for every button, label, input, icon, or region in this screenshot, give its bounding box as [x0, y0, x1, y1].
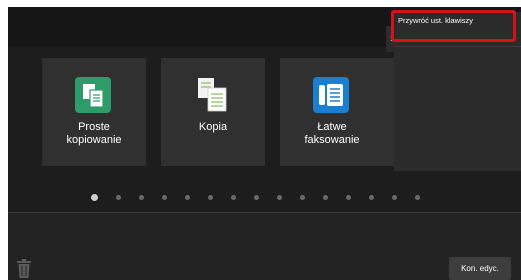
highlight-frame	[391, 10, 516, 42]
tile-label: Łatwe faksowanie	[280, 121, 384, 147]
copy-easy-icon	[75, 77, 111, 113]
tile-copy[interactable]: Kopia	[161, 58, 265, 166]
page-dot[interactable]	[369, 195, 374, 200]
page-dot[interactable]	[346, 195, 351, 200]
page-dot[interactable]	[392, 195, 397, 200]
tile-easy-copy[interactable]: Proste kopiowanie	[42, 58, 146, 166]
page-dot[interactable]	[139, 195, 144, 200]
page-dot[interactable]	[277, 195, 282, 200]
page-dot[interactable]	[300, 195, 305, 200]
tile-label-line2: faksowanie	[304, 134, 360, 146]
home-screen: Proste kopiowanie Kopia Łatwe faksowanie…	[8, 7, 521, 280]
page-dot[interactable]	[208, 195, 213, 200]
side-panel	[394, 47, 521, 171]
tile-label-line2: kopiowanie	[66, 134, 122, 146]
page-dot[interactable]	[323, 195, 328, 200]
page-dot[interactable]	[415, 195, 420, 200]
fax-easy-icon	[313, 77, 349, 113]
copy-icon	[198, 78, 227, 112]
page-dot[interactable]	[231, 195, 236, 200]
tile-label-line1: Proste	[78, 121, 110, 133]
page-indicator	[88, 193, 448, 203]
page-dot-active[interactable]	[91, 194, 98, 201]
bottom-bar	[8, 213, 521, 280]
page-dot[interactable]	[185, 195, 190, 200]
page-dot[interactable]	[162, 195, 167, 200]
trash-icon[interactable]	[16, 259, 32, 279]
page-dot[interactable]	[254, 195, 259, 200]
tile-label: Kopia	[161, 121, 265, 134]
edit-done-button[interactable]: Kon. edyc.	[449, 257, 511, 280]
page-dot[interactable]	[116, 195, 121, 200]
tile-label: Proste kopiowanie	[42, 121, 146, 147]
tile-easy-fax[interactable]: Łatwe faksowanie	[280, 58, 384, 166]
tile-label-line1: Kopia	[198, 121, 228, 133]
tile-label-line1: Łatwe	[317, 121, 347, 133]
